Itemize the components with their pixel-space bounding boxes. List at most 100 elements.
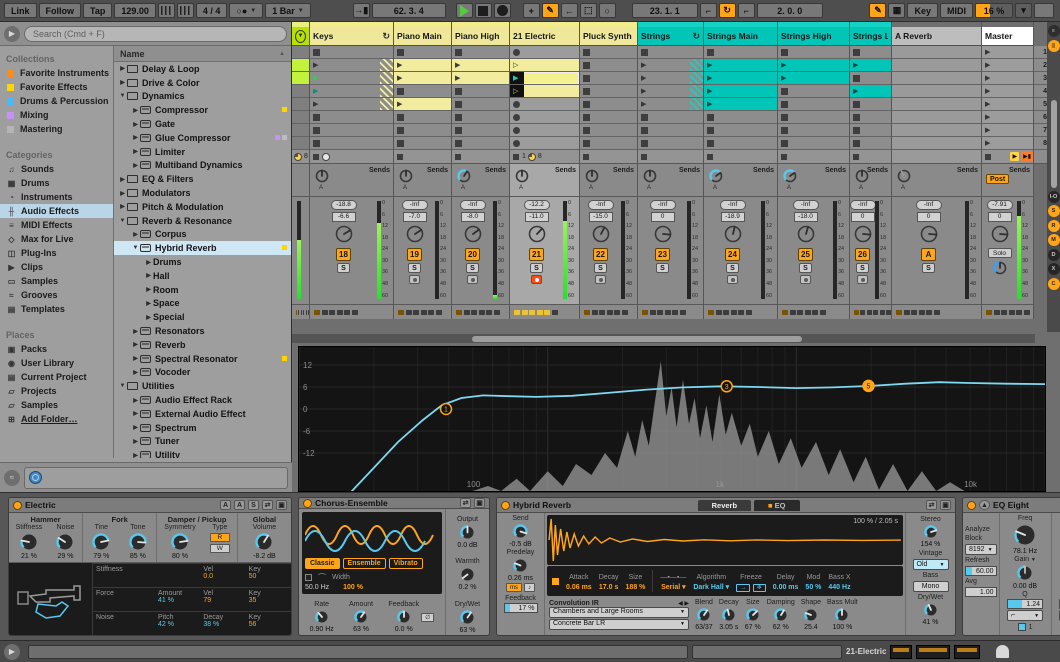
electric-param-cell[interactable]: Decay 38 % — [200, 611, 246, 635]
sends-section[interactable]: A Sends — [850, 164, 891, 197]
tree-item-special[interactable]: ▶ Special — [114, 310, 291, 324]
tree-item-corpus[interactable]: ▶ Corpus — [114, 228, 291, 242]
send-a-knob[interactable] — [514, 168, 530, 186]
sends-section[interactable]: A Sends — [638, 164, 703, 197]
tree-item-utilities[interactable]: ▼ Utilities — [114, 379, 291, 393]
stop-clips-slot[interactable] — [310, 150, 393, 164]
clip-slot[interactable] — [510, 98, 579, 111]
loop-length-display[interactable]: 2. 0. 0 — [756, 3, 823, 18]
clip-slot[interactable] — [892, 98, 981, 111]
tree-item-utility[interactable]: ▶ Utility — [114, 448, 291, 458]
disclosure-triangle-icon[interactable]: ▶ — [131, 231, 140, 238]
solo-button[interactable]: S — [594, 263, 607, 273]
hot-swap-icon[interactable]: ⇄ — [926, 500, 938, 510]
track-header[interactable]: 21 Electric — [510, 27, 579, 46]
clip-slot[interactable] — [704, 124, 777, 137]
cpu-meter[interactable]: 16 % — [975, 3, 1013, 18]
clip-slot[interactable]: ▶ — [982, 59, 1033, 72]
analyze-toggle[interactable]: Analyze — [965, 526, 997, 533]
sidebar-item-max-for-live[interactable]: ◇ Max for Live — [0, 232, 113, 246]
volume-knob[interactable] — [796, 224, 816, 246]
clip-slot[interactable]: ▶ — [778, 72, 849, 85]
disclosure-triangle-icon[interactable]: ▼ — [131, 245, 140, 251]
computer-midi-keyboard-button[interactable]: ▦ — [888, 3, 906, 18]
param-tone[interactable]: Tone 85 % — [128, 524, 148, 560]
automation-arm-button[interactable]: ✎ — [541, 3, 559, 18]
mixer-toggle-d[interactable]: D — [1047, 248, 1060, 261]
electric-param-cell[interactable]: Pitch 42 % — [155, 611, 201, 635]
clip-slot[interactable] — [292, 137, 309, 150]
sidebar-item-samples[interactable]: ▱ Samples — [0, 398, 113, 412]
stop-button[interactable] — [474, 3, 492, 18]
tree-item-reverb-resonance[interactable]: ▼ Reverb & Resonance — [114, 214, 291, 228]
track-activator[interactable]: 24 — [725, 248, 740, 261]
avg-value[interactable]: 1.00 — [965, 587, 997, 597]
clip-slot[interactable] — [394, 124, 451, 137]
param-s-icon[interactable]: S — [248, 500, 259, 510]
arm-button[interactable] — [727, 275, 738, 284]
tree-item-reverb[interactable]: ▶ Reverb — [114, 338, 291, 352]
phase-invert-button[interactable]: ∅ — [421, 612, 435, 622]
track-header[interactable]: Keys ↻ — [310, 27, 393, 46]
send-a-knob[interactable] — [896, 168, 912, 186]
status-strip-2[interactable] — [692, 644, 842, 659]
tree-item-audio-effect-rack[interactable]: ▶ Audio Effect Rack — [114, 393, 291, 407]
peak-display[interactable]: -Inf — [401, 200, 428, 210]
clip-slot[interactable] — [704, 111, 777, 124]
mixer-toggle-m[interactable]: M — [1047, 234, 1060, 246]
reverb-on-toggle[interactable] — [552, 577, 559, 585]
send-a-knob[interactable] — [584, 168, 600, 186]
peak-display[interactable]: -Inf — [587, 200, 614, 210]
follow-playhead-icon[interactable]: →▮ — [352, 3, 370, 18]
solo-button[interactable]: S — [337, 263, 350, 273]
ir-prev-next-buttons[interactable]: ◀ ▶ — [678, 600, 689, 607]
solo-button[interactable]: S — [656, 263, 669, 273]
disclosure-triangle-icon[interactable]: ▶ — [131, 134, 140, 141]
clip-slot[interactable] — [310, 46, 393, 59]
disclosure-triangle-icon[interactable]: ▶ — [144, 286, 153, 293]
clip-slot[interactable] — [292, 59, 309, 72]
peak-display[interactable]: -7.91 — [986, 200, 1013, 210]
disclosure-triangle-icon[interactable]: ▶ — [144, 259, 153, 266]
clip-slot[interactable]: ▶ — [394, 59, 451, 72]
disclosure-triangle-icon[interactable]: ▶ — [131, 424, 140, 431]
clip-slot[interactable]: ▷ — [510, 59, 579, 72]
tree-item-compressor[interactable]: ▶ Compressor — [114, 103, 291, 117]
tree-item-gate[interactable]: ▶ Gate — [114, 117, 291, 131]
clip-slot[interactable]: ▶ — [310, 72, 393, 85]
disclosure-triangle-icon[interactable]: ▶ — [131, 452, 140, 458]
clip-slot[interactable] — [452, 85, 509, 98]
band-gain-value[interactable]: 0.00 dB — [1013, 583, 1037, 590]
mixer-toggle-r[interactable]: R — [1047, 219, 1060, 232]
horizontal-scrollbar[interactable] — [292, 334, 1035, 343]
device-title[interactable]: Hybrid Reverb — [513, 500, 571, 510]
tree-item-hybrid-reverb[interactable]: ▼ Hybrid Reverb — [114, 241, 291, 256]
disclosure-triangle-icon[interactable]: ▼ — [118, 93, 127, 99]
sidebar-item-drums[interactable]: ▦ Drums — [0, 176, 113, 190]
clip-slot[interactable] — [638, 46, 703, 59]
sends-section[interactable]: A Sends — [778, 164, 849, 197]
peak-display[interactable]: -Inf — [850, 200, 875, 210]
clip-slot[interactable]: ▷ — [510, 85, 579, 98]
sidebar-item-instruments[interactable]: ◔ Instruments — [0, 190, 113, 204]
disclosure-triangle-icon[interactable]: ▶ — [144, 314, 153, 321]
solo-button[interactable]: S — [530, 263, 543, 273]
device-thumbnail[interactable] — [954, 644, 981, 659]
param-value[interactable]: 29 % — [57, 553, 73, 560]
tree-item-limiter[interactable]: ▶ Limiter — [114, 145, 291, 159]
stop-clips-slot[interactable]: 18 — [510, 150, 579, 164]
volume-display[interactable]: -8.0 — [460, 212, 485, 222]
clip-slot[interactable] — [292, 46, 309, 59]
clip-slot[interactable]: ▶ — [638, 85, 703, 98]
disclosure-triangle-icon[interactable]: ▶ — [144, 272, 153, 279]
mode-vibrato-button[interactable]: Vibrato — [388, 558, 423, 569]
vertical-scrollbar[interactable] — [1050, 100, 1057, 188]
record-button[interactable] — [493, 3, 511, 18]
algorithm-select[interactable]: Dark Hall ▾ — [693, 584, 729, 591]
stop-clips-slot[interactable] — [850, 150, 891, 164]
volume-knob[interactable] — [527, 224, 547, 246]
clip-slot[interactable]: ▶ — [982, 85, 1033, 98]
disclosure-triangle-icon[interactable]: ▶ — [131, 162, 140, 169]
mixer-toggle-i-o[interactable]: I-O — [1047, 190, 1060, 203]
stop-clips-slot[interactable] — [580, 150, 637, 164]
